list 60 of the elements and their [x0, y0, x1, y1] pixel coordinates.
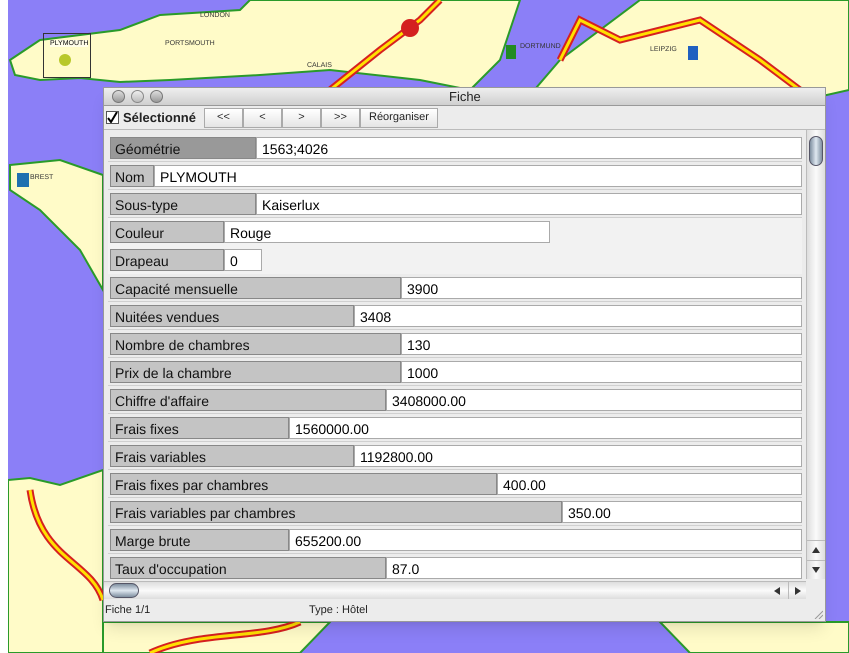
field-value[interactable]: 1563;4026: [256, 136, 802, 158]
field-label: Géométrie: [110, 136, 256, 158]
field-label: Marge brute: [110, 528, 289, 550]
field-label: Frais fixes: [110, 416, 289, 438]
field-label: Capacité mensuelle: [110, 276, 401, 298]
navigation-button[interactable]: <<: [204, 108, 243, 128]
vertical-scrollbar[interactable]: [806, 130, 825, 579]
right-arrow-icon: [794, 586, 800, 594]
navigation-button[interactable]: >: [282, 108, 321, 128]
navigation-button[interactable]: <: [242, 108, 282, 128]
field-label: Nuitées vendues: [110, 304, 354, 326]
field-value[interactable]: Kaiserlux: [256, 192, 802, 214]
scroll-thumb[interactable]: [809, 136, 823, 166]
minimize-button[interactable]: [131, 90, 144, 103]
field-value[interactable]: 87.0: [386, 556, 802, 578]
field-label: Sous-type: [110, 192, 256, 214]
field-label: Frais variables par chambres: [110, 500, 562, 522]
field-label: Nombre de chambres: [110, 332, 401, 354]
map-marker-icon[interactable]: [17, 173, 29, 187]
field-value[interactable]: 350.00: [562, 500, 802, 522]
map-marker-icon[interactable]: [506, 45, 516, 59]
field-label: Drapeau: [110, 249, 224, 271]
field-label: Couleur: [110, 221, 224, 243]
field-value[interactable]: PLYMOUTH: [154, 164, 802, 186]
field-value[interactable]: 1000: [401, 360, 802, 382]
resize-grip-icon: [813, 609, 823, 619]
down-arrow-icon: [812, 567, 820, 573]
type-label: Type : Hôtel: [309, 603, 368, 618]
close-button[interactable]: [112, 90, 125, 103]
field-value[interactable]: 400.00: [497, 472, 802, 494]
field-value[interactable]: 0: [224, 249, 262, 271]
field-value[interactable]: 3408: [354, 304, 802, 326]
field-value[interactable]: 1560000.00: [289, 416, 802, 438]
field-label: Frais variables: [110, 444, 354, 466]
reorganize-button[interactable]: Réorganiser: [360, 108, 438, 128]
field-value[interactable]: 3408000.00: [386, 388, 802, 410]
field-value[interactable]: 130: [401, 332, 802, 354]
field-value[interactable]: 3900: [401, 276, 802, 298]
zoom-button[interactable]: [150, 90, 163, 103]
field-value[interactable]: 1192800.00: [354, 444, 802, 466]
field-label: Prix de la chambre: [110, 360, 401, 382]
field-value[interactable]: Rouge: [224, 221, 550, 243]
field-label: Chiffre d'affaire: [110, 388, 386, 410]
scroll-thumb[interactable]: [109, 583, 139, 598]
window-title: Fiche: [449, 88, 481, 106]
record-counter: Fiche 1/1: [105, 603, 150, 618]
field-label: Nom: [110, 164, 154, 186]
map-marker-icon[interactable]: [401, 19, 419, 37]
up-arrow-icon: [812, 547, 820, 553]
checkmark-icon: [107, 112, 118, 123]
left-arrow-icon: [774, 586, 780, 594]
field-label: Taux d'occupation: [110, 556, 386, 578]
map-marker-icon[interactable]: [688, 46, 698, 60]
selected-checkbox[interactable]: Sélectionné: [106, 108, 204, 128]
map-marker-icon[interactable]: [59, 54, 71, 66]
selection-frame: [43, 33, 91, 78]
field-label: Frais fixes par chambres: [110, 472, 497, 494]
navigation-button[interactable]: >>: [320, 108, 360, 128]
horizontal-scrollbar[interactable]: [104, 581, 806, 599]
field-value[interactable]: 655200.00: [289, 528, 802, 550]
